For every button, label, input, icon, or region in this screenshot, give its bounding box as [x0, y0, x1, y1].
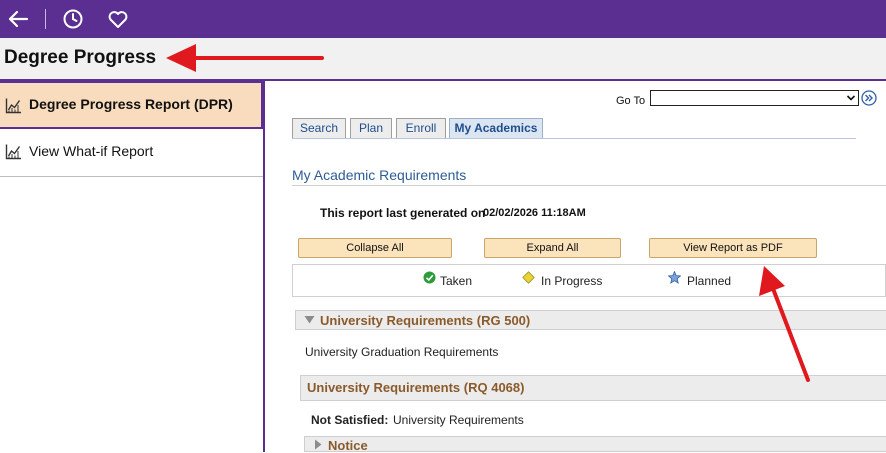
line-chart-icon — [5, 144, 21, 160]
goto-label: Go To — [616, 95, 646, 107]
goto-dropdown[interactable] — [650, 90, 859, 106]
tab-label: Enroll — [405, 121, 437, 135]
legend-planned-label: Planned — [687, 274, 732, 288]
sidebar: Degree Progress Report (DPR) View What-i… — [0, 81, 265, 452]
tab-label: Search — [299, 121, 339, 135]
top-navigation-bar — [0, 0, 886, 38]
generated-timestamp: 02/02/2026 11:18AM — [483, 207, 586, 219]
history-clock-icon[interactable] — [61, 7, 85, 31]
line-chart-icon — [5, 98, 21, 114]
sidebar-item-what-if-report[interactable]: View What-if Report — [0, 129, 263, 177]
tab-divider — [292, 138, 856, 139]
section-description: University Graduation Requirements — [305, 345, 499, 359]
diamond-in-progress-icon — [522, 271, 535, 284]
star-planned-icon — [668, 271, 681, 284]
favorites-heart-icon[interactable] — [106, 7, 130, 31]
collapse-all-button[interactable]: Collapse All — [298, 238, 452, 258]
collapse-triangle-icon[interactable] — [304, 315, 315, 325]
tab-enroll[interactable]: Enroll — [396, 118, 446, 139]
tab-label: My Academics — [454, 121, 538, 135]
sidebar-item-label: Degree Progress Report (DPR) — [29, 96, 233, 112]
notice-title: Notice — [328, 438, 368, 453]
checkmark-taken-icon — [423, 271, 436, 284]
section-title-rq4068: University Requirements (RQ 4068) — [307, 380, 525, 395]
page-title: Degree Progress — [4, 47, 157, 68]
chevron-down-icon — [846, 95, 856, 101]
tab-label: Plan — [358, 121, 384, 135]
page-title-bar: Degree Progress — [0, 38, 886, 81]
back-arrow-icon[interactable] — [6, 7, 30, 31]
sidebar-item-degree-progress-report[interactable]: Degree Progress Report (DPR) — [0, 81, 263, 129]
tab-plan[interactable]: Plan — [350, 118, 392, 139]
legend-taken-label: Taken — [440, 274, 473, 288]
section-heading: My Academic Requirements — [292, 167, 467, 183]
toolbar-divider — [45, 9, 46, 29]
go-button-icon[interactable] — [861, 90, 877, 106]
status-value: University Requirements — [393, 413, 524, 427]
notice-header[interactable] — [304, 436, 886, 452]
section-title-rg500: University Requirements (RG 500) — [320, 313, 531, 328]
tab-my-academics[interactable]: My Academics — [449, 118, 543, 139]
heading-divider — [292, 185, 886, 186]
view-report-pdf-button[interactable]: View Report as PDF — [649, 238, 817, 258]
expand-all-button[interactable]: Expand All — [484, 238, 621, 258]
tab-search[interactable]: Search — [292, 118, 346, 139]
status-label: Not Satisfied: — [311, 413, 389, 427]
sidebar-item-label: View What-if Report — [29, 143, 154, 159]
legend-in-progress-label: In Progress — [541, 274, 603, 288]
expand-triangle-icon[interactable] — [314, 439, 322, 450]
generated-label: This report last generated on — [320, 206, 486, 220]
